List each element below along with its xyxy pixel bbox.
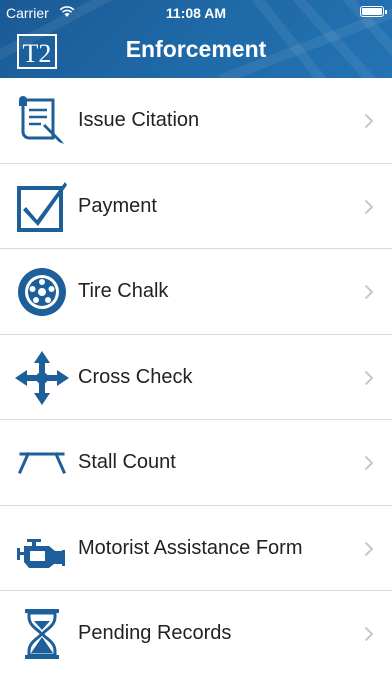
car-engine-icon: [17, 538, 65, 568]
menu-item-label: Cross Check: [78, 365, 193, 388]
checkbox-check-icon: [17, 181, 67, 232]
hourglass-icon: [25, 609, 59, 659]
menu-item-pending-records[interactable]: Pending Records: [0, 591, 392, 677]
chevron-right-icon: [364, 370, 374, 385]
chevron-right-icon: [364, 199, 374, 214]
menu-item-tire-chalk[interactable]: Tire Chalk: [0, 249, 392, 335]
parking-stall-icon: [18, 452, 66, 474]
enforcement-menu: Issue Citation Payment Tire Chalk Cross …: [0, 78, 392, 677]
tire-icon: [18, 268, 66, 316]
menu-item-label: Issue Citation: [78, 109, 200, 131]
battery-icon: [360, 6, 387, 17]
chevron-right-icon: [364, 455, 374, 471]
menu-item-payment[interactable]: Payment: [0, 164, 392, 249]
menu-item-label: Stall Count: [78, 451, 176, 473]
menu-item-label: Tire Chalk: [78, 280, 169, 302]
cross-arrows-icon: [15, 350, 69, 405]
app-header: Carrier 11:08 AM T2 Enforcement: [0, 0, 392, 78]
menu-item-stall-count[interactable]: Stall Count: [0, 420, 392, 506]
battery-fill: [362, 8, 382, 15]
chevron-right-icon: [364, 626, 374, 642]
menu-item-label: Pending Records: [78, 622, 232, 644]
menu-item-label: Payment: [78, 194, 157, 217]
menu-item-issue-citation[interactable]: Issue Citation: [0, 78, 392, 164]
chevron-right-icon: [364, 284, 374, 300]
citation-scroll-icon: [19, 96, 64, 144]
status-bar: Carrier 11:08 AM: [0, 0, 392, 26]
menu-item-cross-check[interactable]: Cross Check: [0, 335, 392, 420]
menu-item-motorist-assistance-form[interactable]: Motorist Assistance Form: [0, 506, 392, 591]
chevron-right-icon: [364, 113, 374, 129]
menu-item-label: Motorist Assistance Form: [78, 536, 303, 559]
page-title: Enforcement: [125, 36, 267, 62]
status-time: 11:08 AM: [165, 5, 227, 21]
chevron-right-icon: [364, 541, 374, 556]
